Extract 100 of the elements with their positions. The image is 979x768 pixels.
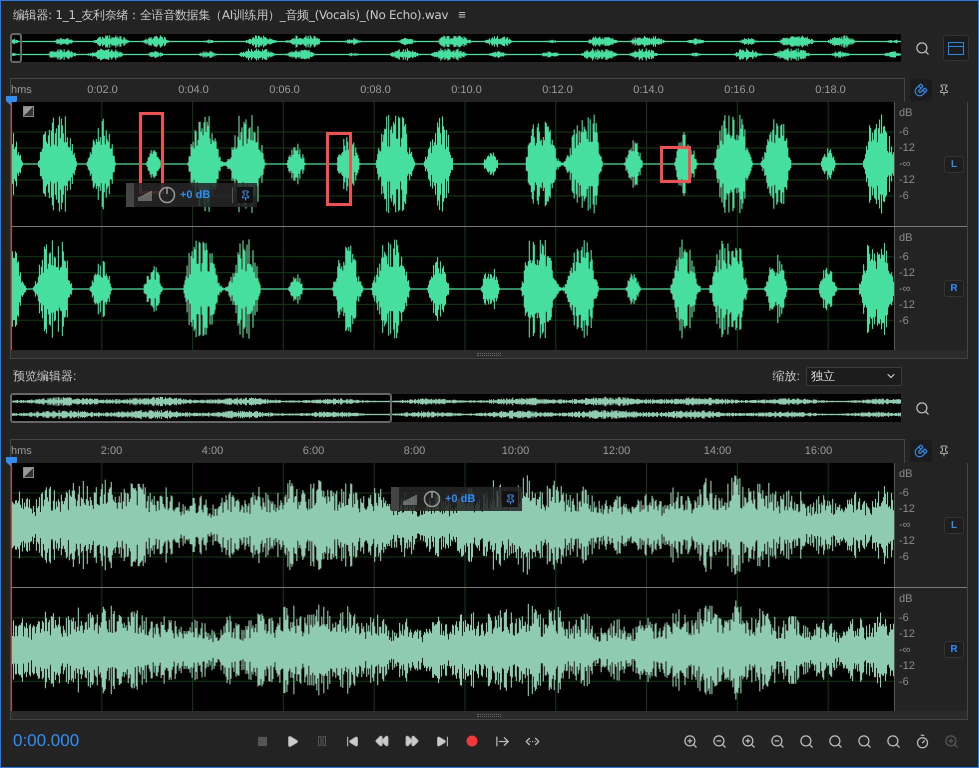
ruler-unit: hms — [11, 83, 33, 98]
ruler-label: 0:08.0 — [360, 83, 391, 98]
pin-button[interactable] — [237, 187, 253, 203]
db-scale-label: dB — [899, 466, 912, 482]
db-scale-label: -6 — [899, 674, 909, 690]
db-scale-label: -6 — [899, 550, 909, 565]
zoom-in-icon — [944, 734, 959, 748]
ruler-unit: hms — [11, 444, 33, 460]
marker-icon — [938, 83, 950, 97]
skip-forward-icon — [436, 734, 448, 748]
record-icon — [466, 735, 478, 747]
pin-button[interactable] — [502, 491, 518, 507]
snap-button[interactable] — [910, 79, 932, 101]
resize-grip[interactable] — [477, 714, 501, 716]
time-display: 0:00.000 — [13, 730, 80, 752]
volume-knob[interactable] — [423, 490, 441, 508]
db-scale-label: -12 — [899, 172, 915, 188]
list-view-button[interactable] — [943, 35, 969, 61]
db-scale-label: -12 — [899, 298, 915, 313]
ruler-label: 0:16.0 — [724, 83, 755, 98]
db-scale-label: dB — [899, 106, 912, 121]
db-scale-label: -6 — [899, 314, 909, 329]
db-scale-label: -6 — [899, 188, 909, 204]
volume-knob[interactable] — [158, 186, 176, 204]
overview-strip[interactable] — [10, 34, 901, 62]
zoom-out-icon — [770, 734, 785, 748]
magnet-icon — [914, 444, 928, 458]
db-scale-label: -6 — [899, 610, 909, 626]
stop-icon — [256, 736, 268, 746]
search-icon — [914, 400, 930, 416]
ruler-label: 0:14.0 — [633, 83, 664, 98]
highlight-rectangle — [660, 146, 691, 183]
ruler-label: 8:00 — [404, 444, 426, 460]
viewport-frame[interactable] — [10, 33, 22, 63]
pin-icon — [504, 494, 516, 504]
db-scale-label: -∞ — [899, 156, 911, 172]
db-scale-label: -12 — [899, 140, 915, 156]
ruler-label: 16:00 — [804, 444, 832, 460]
fast-forward-icon — [405, 734, 419, 748]
viewport-frame[interactable] — [10, 393, 392, 423]
pause-icon — [316, 735, 328, 747]
volume-hud[interactable]: +0 dB — [126, 183, 257, 207]
ruler-label: 0:06.0 — [269, 83, 300, 98]
db-scale-label: -12 — [899, 534, 915, 549]
list-icon — [948, 42, 964, 54]
ruler-label: 12:00 — [602, 444, 630, 460]
editor-title: 编辑器: 1_1_友利奈绪：全语音数据集（AI训练用）_音频_(Vocals)_(No Echo).wav — [13, 7, 448, 24]
ruler-label: 0:18.0 — [815, 83, 846, 98]
timer-icon — [915, 734, 930, 748]
channel-button[interactable]: R — [944, 280, 964, 297]
db-scale-label: dB — [899, 230, 912, 246]
play-icon — [286, 734, 298, 748]
ruler-label: 0:12.0 — [542, 83, 573, 98]
skip-back-icon — [346, 734, 358, 748]
resize-grip[interactable] — [477, 352, 501, 356]
zoom-in-icon — [741, 734, 756, 748]
waveform-display[interactable] — [11, 588, 894, 711]
panel-menu-button[interactable]: ≡ — [458, 5, 466, 25]
channel-button[interactable]: L — [944, 516, 964, 534]
ruler-label: 14:00 — [704, 444, 732, 460]
preview-editor-label: 预览编辑器: — [13, 368, 78, 385]
ruler-label: 0:10.0 — [451, 83, 482, 98]
db-scale-label: -12 — [899, 266, 915, 281]
ruler-label: 6:00 — [302, 444, 324, 460]
db-scale-label: -6 — [899, 250, 909, 265]
zoom-out-icon — [712, 734, 727, 748]
magnet-icon — [914, 83, 928, 97]
snap-button[interactable] — [910, 440, 932, 462]
zoom-in-icon — [683, 734, 698, 748]
db-scale-label: -∞ — [899, 282, 911, 297]
channel-button[interactable]: R — [944, 641, 964, 658]
db-scale-label: -12 — [899, 502, 915, 517]
gain-reading[interactable]: +0 dB — [445, 490, 493, 508]
gain-reading[interactable]: +0 dB — [180, 186, 228, 204]
search-icon — [886, 734, 901, 748]
waveform-display[interactable]: +0 dB — [11, 463, 894, 587]
marker-icon — [938, 444, 950, 458]
grip-handle[interactable] — [391, 487, 399, 511]
waveform-display[interactable]: +0 dB — [11, 102, 894, 226]
db-scale-label: dB — [899, 592, 912, 607]
db-scale-label: -6 — [899, 124, 909, 140]
db-scale-label: -∞ — [899, 518, 911, 533]
spectral-toggle[interactable] — [23, 467, 34, 478]
level-bars-icon — [138, 189, 154, 201]
waveform-display[interactable] — [11, 227, 894, 350]
db-scale-label: -12 — [899, 658, 915, 674]
grip-handle[interactable] — [126, 183, 134, 207]
zoom-label: 缩放: — [772, 368, 800, 385]
overview-strip[interactable] — [10, 394, 901, 422]
rewind-icon — [375, 734, 389, 748]
zoom-mode-select[interactable]: 独立 — [806, 366, 902, 386]
ruler-label: 0:04.0 — [178, 83, 209, 98]
ruler-label: 2:00 — [100, 444, 122, 460]
db-scale-label: -6 — [899, 486, 909, 501]
ruler-label: 10:00 — [502, 444, 530, 460]
db-scale-label: -∞ — [899, 642, 911, 658]
db-scale-label: -12 — [899, 626, 915, 642]
channel-button[interactable]: L — [944, 156, 964, 172]
volume-hud[interactable]: +0 dB — [391, 487, 522, 511]
spectral-toggle[interactable] — [23, 106, 34, 117]
